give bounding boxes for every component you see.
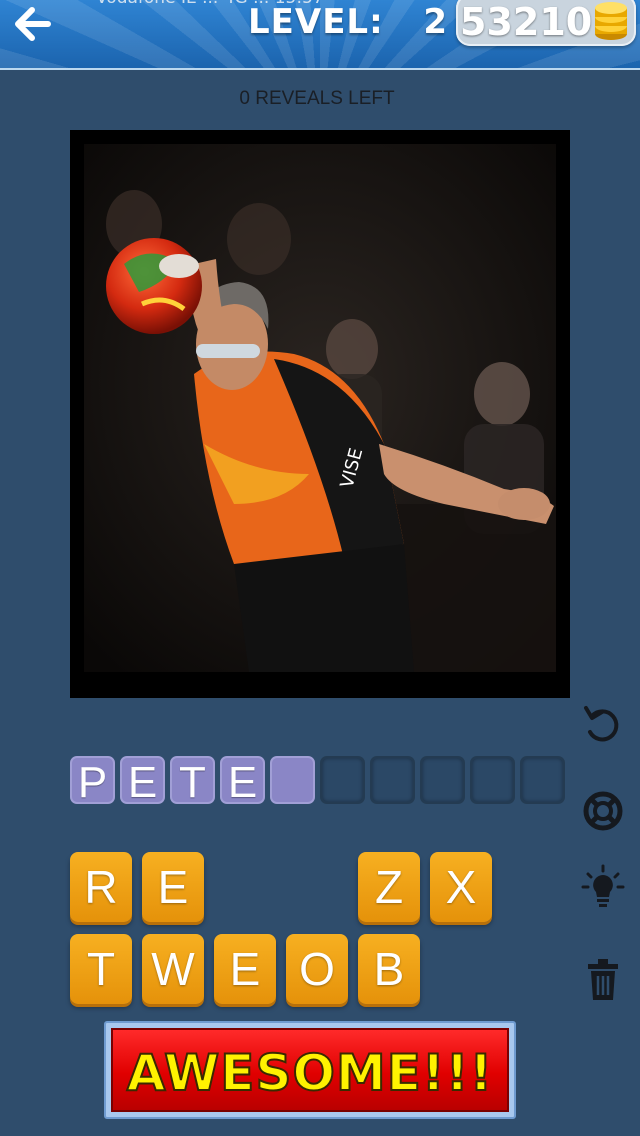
letter-tile[interactable]: O xyxy=(286,934,348,1004)
bowler-photo: VISE xyxy=(84,144,556,672)
answer-slot[interactable] xyxy=(370,756,415,804)
answer-slot[interactable] xyxy=(420,756,465,804)
delete-button[interactable] xyxy=(580,956,626,1002)
banner-inner: AWESOME!!! xyxy=(111,1028,509,1112)
coin-count: 53210 xyxy=(460,0,593,44)
level-number: 2 xyxy=(423,2,449,42)
trash-icon xyxy=(588,959,618,1000)
answer-slot[interactable] xyxy=(320,756,365,804)
top-bar: Vodafone IE ... 4G ... 15:57 LEVEL: 2 53… xyxy=(0,0,640,70)
answer-slot[interactable] xyxy=(270,756,315,804)
letter-tile[interactable]: Z xyxy=(358,852,420,922)
header-divider xyxy=(0,68,640,70)
answer-slot[interactable] xyxy=(470,756,515,804)
letter-tile[interactable]: E xyxy=(214,934,276,1004)
undo-button[interactable] xyxy=(580,702,626,748)
hint-button[interactable] xyxy=(580,864,626,910)
letter-tile[interactable]: B xyxy=(358,934,420,1004)
level-label: LEVEL: xyxy=(248,2,384,42)
lightbulb-icon xyxy=(581,864,625,907)
banner-text: AWESOME!!! xyxy=(126,1043,494,1103)
answer-slot[interactable]: P xyxy=(70,756,115,807)
answer-slot[interactable]: E xyxy=(220,756,265,807)
coin-balance[interactable]: 53210 xyxy=(456,0,636,46)
back-button[interactable] xyxy=(8,2,56,46)
letter-tile[interactable]: T xyxy=(70,934,132,1004)
answer-slot[interactable]: T xyxy=(170,756,215,807)
lifebuoy-button[interactable] xyxy=(580,788,626,834)
letter-tile[interactable]: R xyxy=(70,852,132,922)
awesome-banner[interactable]: AWESOME!!! xyxy=(104,1021,516,1119)
puzzle-photo-frame: VISE xyxy=(70,130,570,698)
undo-icon xyxy=(584,706,619,742)
arrow-left-icon xyxy=(15,7,51,41)
coin-stack-icon xyxy=(595,2,627,40)
reveals-left-text: 0 REVEALS LEFT xyxy=(239,88,395,109)
lifebuoy-icon xyxy=(583,791,623,831)
answer-slot[interactable]: E xyxy=(120,756,165,807)
answer-slot[interactable] xyxy=(520,756,565,804)
level-indicator: LEVEL: 2 xyxy=(248,2,448,42)
letter-tile[interactable]: X xyxy=(430,852,492,922)
letter-tile[interactable]: W xyxy=(142,934,204,1004)
letter-tile[interactable]: E xyxy=(142,852,204,922)
